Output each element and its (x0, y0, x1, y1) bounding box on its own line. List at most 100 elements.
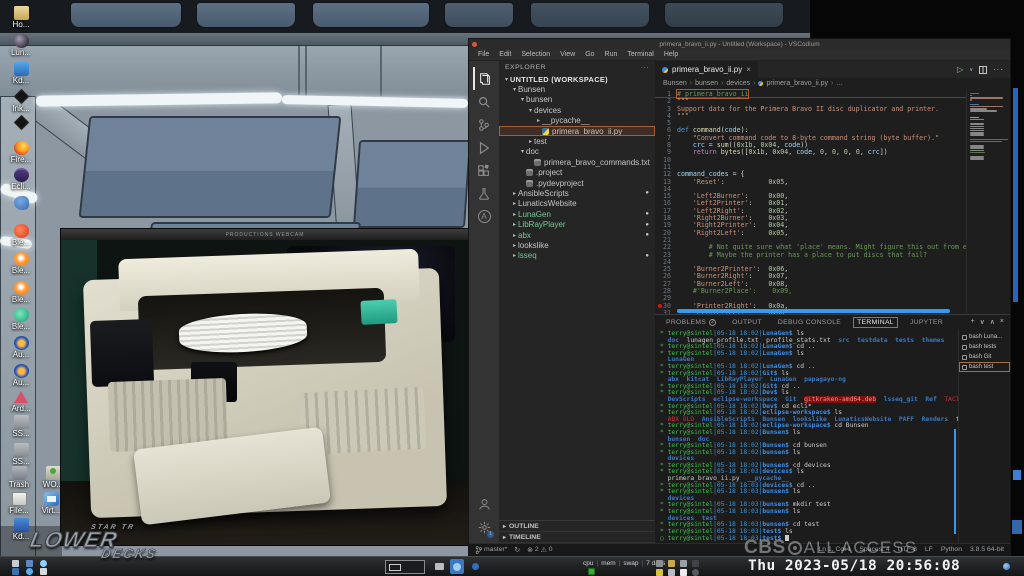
split-editor-icon[interactable] (979, 66, 987, 74)
tree-item-lunaticswebsite[interactable]: ▸LunaticsWebsite (499, 199, 655, 209)
webcam-window[interactable]: PRODUCTIONS WEBCAM LG (60, 228, 470, 546)
terminal-list-item[interactable]: bash Luna... (959, 332, 1010, 342)
taskbar-window-button[interactable] (432, 559, 446, 574)
horizontal-scrollbar[interactable] (677, 309, 950, 313)
tree-item-lookslike[interactable]: ▸lookslike (499, 240, 655, 250)
breadcrumb-item[interactable]: devices (726, 80, 750, 87)
tray-icon[interactable] (668, 560, 675, 567)
taskbar-clock[interactable]: Thu 2023-05/18 20:56:08 (748, 558, 960, 574)
panel-tab-terminal[interactable]: TERMINAL (854, 318, 897, 327)
run-dropdown-icon[interactable]: ∨ (969, 67, 973, 73)
extensions-icon[interactable] (473, 159, 495, 182)
problems-status[interactable]: ⊗2⚠0 (527, 546, 552, 554)
close-panel-icon[interactable]: × (1000, 318, 1004, 326)
desktop-icon-ble-[interactable]: Ble... (6, 224, 36, 247)
desktop-icon-ss-[interactable]: SS... (6, 415, 36, 438)
system-monitor-labels[interactable]: cpu|mem|swap|7 days (583, 560, 665, 567)
sync-status[interactable]: ↻ (514, 546, 520, 554)
desktop-icon-ble-[interactable]: Ble... (6, 308, 36, 331)
menu-item-terminal[interactable]: Terminal (622, 51, 658, 58)
desktop-icon-ble-[interactable]: Ble... (6, 281, 36, 304)
run-debug-icon[interactable] (473, 136, 495, 159)
desktop-icon-ard-[interactable]: Ard... (6, 390, 36, 413)
workspace-pager[interactable] (385, 560, 425, 574)
desktop-icon-ink-[interactable]: Ink... (6, 89, 36, 113)
tree-item-test[interactable]: ▸test (499, 136, 655, 146)
explorer-more-actions-icon[interactable]: ··· (641, 64, 649, 71)
menu-item-run[interactable]: Run (600, 51, 623, 58)
run-python-file-button[interactable]: ▷ (957, 65, 963, 74)
menu-item-go[interactable]: Go (580, 51, 599, 58)
testing-icon[interactable] (473, 182, 495, 205)
new-terminal-icon[interactable]: + (971, 318, 975, 326)
tree-item-abx[interactable]: ▸abx● (499, 230, 655, 240)
python-interpreter-status[interactable]: 3.8.5 64-bit (970, 546, 1004, 553)
desktop-icon-trash[interactable]: Trash (4, 466, 34, 489)
tray-icon[interactable] (692, 560, 699, 567)
tree-item-bunsen[interactable]: ▾Bunsen (499, 84, 655, 94)
desktop-icon-file-[interactable]: File... (4, 492, 34, 515)
git-branch-status[interactable]: master* (475, 546, 507, 554)
tree-item-ansiblescripts[interactable]: ▸AnsibleScripts● (499, 188, 655, 198)
source-control-icon[interactable] (473, 113, 495, 136)
launcher-icon[interactable] (26, 560, 33, 567)
panel-tab-problems[interactable]: PROBLEMS2 (663, 318, 719, 327)
breadcrumb-item[interactable]: ... (836, 80, 842, 87)
menu-item-selection[interactable]: Selection (516, 51, 555, 58)
monitor-label-swap[interactable]: swap (623, 560, 638, 567)
timeline-section[interactable]: ▸TIMELINE (499, 532, 655, 543)
terminal[interactable]: * terry@sintel|05-18 18:02|LunaGen$ ls d… (655, 329, 958, 543)
launcher-icon[interactable] (12, 560, 19, 567)
monitor-label-mem[interactable]: mem (601, 560, 615, 567)
tab-close-icon[interactable]: × (746, 65, 751, 74)
eol-status[interactable]: LF (925, 546, 933, 553)
taskbar-launchers[interactable] (12, 559, 64, 575)
tree-item-lsseq[interactable]: ▸lsseq● (499, 251, 655, 261)
tree-item-bunsen[interactable]: ▾bunsen (499, 95, 655, 105)
minimap[interactable] (966, 89, 1010, 314)
breadcrumb-item[interactable]: primera_bravo_ii.py (766, 80, 827, 87)
terminal-list-item[interactable]: bash tests (959, 342, 1010, 352)
terminal-scrollbar[interactable] (954, 429, 956, 534)
terminal-dropdown-icon[interactable]: ∨ (980, 318, 985, 326)
arepl-icon[interactable]: A (473, 205, 495, 228)
more-actions-icon[interactable]: ··· (993, 65, 1004, 74)
monitor-label-cpu[interactable]: cpu (583, 560, 593, 567)
tray-icon[interactable] (680, 569, 687, 576)
tree-item-primera-bravo-commands-txt[interactable]: primera_bravo_commands.txt (499, 157, 655, 167)
settings-gear-icon[interactable]: 1 (473, 516, 495, 539)
search-icon[interactable] (473, 90, 495, 113)
window-titlebar[interactable]: primera_bravo_ii.py - Untitled (Workspac… (469, 39, 1010, 49)
desktop-icon-bird[interactable] (6, 196, 36, 210)
tree-item-primera-bravo-ii-py[interactable]: primera_bravo_ii.py (499, 126, 655, 136)
language-mode-status[interactable]: Python (941, 546, 962, 553)
tray-icon[interactable] (656, 569, 663, 576)
terminal-list-item[interactable]: bash Git (959, 352, 1010, 362)
indentation-status[interactable]: Spaces: 4 (859, 546, 889, 553)
tree-item-devices[interactable]: ▾devices (499, 105, 655, 115)
terminal-list-item[interactable]: bash test (959, 362, 1010, 372)
desktop-icon-inkscape2[interactable] (6, 115, 36, 130)
breadcrumb-item[interactable]: bunsen (695, 80, 718, 87)
launcher-icon[interactable] (26, 568, 33, 575)
desktop-icon-lun-[interactable]: Lun... (6, 34, 36, 57)
menu-item-view[interactable]: View (555, 51, 580, 58)
outline-section[interactable]: ▸OUTLINE (499, 521, 655, 532)
desktop-icon-kd-[interactable]: Kd... (6, 518, 36, 541)
tray-icon[interactable] (668, 569, 675, 576)
accounts-icon[interactable] (473, 493, 495, 516)
tree-item-untitled-workspace-[interactable]: ▾UNTITLED (WORKSPACE) (499, 74, 655, 84)
desktop-icon-au-[interactable]: Au... (6, 336, 36, 359)
desktop-icon-fire-[interactable]: Fire... (6, 141, 36, 164)
panel-tab-jupyter[interactable]: JUPYTER (907, 318, 946, 327)
desktop-icon-au-[interactable]: Au... (6, 364, 36, 387)
tray-green-icon[interactable] (588, 568, 595, 575)
tree-item-lunagen[interactable]: ▸LunaGen● (499, 209, 655, 219)
explorer-icon[interactable] (473, 67, 495, 90)
panel-tab-debug-console[interactable]: DEBUG CONSOLE (775, 318, 844, 327)
taskbar-window-button[interactable] (468, 559, 482, 574)
launcher-icon[interactable] (40, 568, 47, 575)
desktop-icon-ho-[interactable]: Ho... (6, 6, 36, 29)
desktop-icon-ble-[interactable]: Ble... (6, 252, 36, 275)
tray-icon[interactable] (680, 560, 687, 567)
